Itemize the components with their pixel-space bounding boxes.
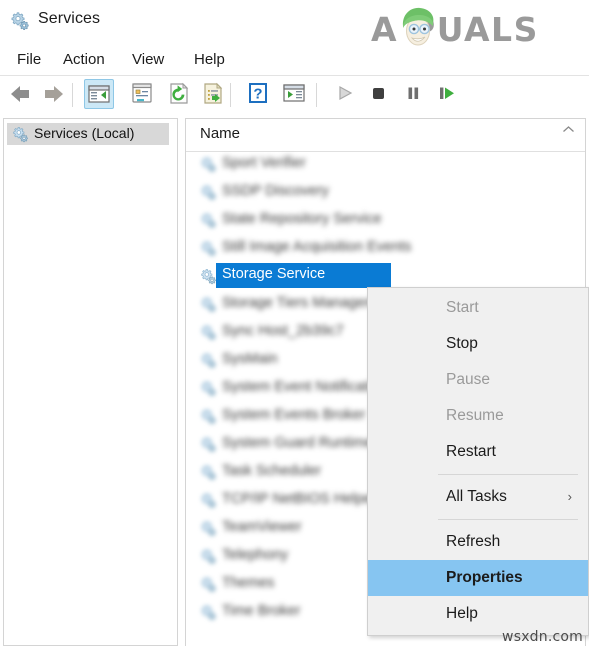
export-list-icon[interactable] — [200, 79, 230, 109]
sidebar-item-label: Services (Local) — [34, 125, 135, 141]
window-title: Services — [38, 10, 101, 27]
context-menu-item-restart[interactable]: Restart — [368, 434, 588, 470]
list-item-label: TeamViewer — [222, 519, 302, 535]
list-item[interactable]: State Repository Service — [186, 207, 585, 235]
context-menu-item-properties[interactable]: Properties — [368, 560, 588, 596]
toolbar: ? — [0, 75, 589, 116]
service-gear-icon — [200, 156, 217, 173]
list-item-label: Telephony — [222, 547, 289, 563]
services-gears-icon — [10, 11, 30, 31]
list-item-label: State Repository Service — [222, 211, 382, 227]
service-gear-icon — [200, 548, 217, 565]
restart-service-icon[interactable] — [432, 79, 462, 109]
forward-arrow-icon[interactable] — [38, 79, 68, 109]
context-menu[interactable]: Start Stop Pause Resume Restart All Tasks › Ref… — [367, 287, 589, 636]
chevron-right-icon: › — [567, 489, 572, 504]
service-gear-icon — [200, 184, 217, 201]
list-item-label: Storage Service — [222, 266, 326, 282]
list-item-label: System Guard Runtime — [222, 435, 373, 451]
service-gear-icon — [200, 324, 217, 341]
context-menu-item-help[interactable]: Help — [368, 596, 588, 632]
service-gear-icon — [200, 576, 217, 593]
toolbar-separator — [230, 83, 231, 107]
service-gear-icon — [200, 464, 217, 481]
list-item[interactable]: Still Image Acquisition Events — [186, 235, 585, 263]
service-gear-icon — [200, 380, 217, 397]
list-item[interactable]: Sport Verifier — [186, 151, 585, 179]
service-gear-icon — [200, 268, 217, 285]
column-header-name[interactable]: Name — [200, 125, 240, 142]
menu-file[interactable]: File — [12, 49, 46, 70]
toolbar-separator — [72, 83, 73, 107]
sort-ascending-icon — [562, 125, 575, 137]
show-action-pane-icon[interactable] — [280, 79, 310, 109]
svg-text:?: ? — [253, 86, 262, 103]
service-gear-icon — [200, 296, 217, 313]
context-menu-item-start: Start — [446, 299, 479, 316]
service-gear-icon — [200, 492, 217, 509]
context-menu-item-all-tasks[interactable]: All Tasks › — [368, 479, 588, 515]
list-item-label: Time Broker — [222, 603, 301, 619]
menu-view[interactable]: View — [127, 49, 169, 70]
toolbar-separator — [316, 83, 317, 107]
service-gear-icon — [200, 520, 217, 537]
menu-bar: File Action View Help — [0, 46, 589, 74]
context-menu-item-stop[interactable]: Stop — [368, 326, 588, 362]
menu-action[interactable]: Action — [58, 49, 110, 70]
start-service-icon[interactable] — [330, 79, 360, 109]
list-item-label: Themes — [222, 575, 275, 591]
service-gear-icon — [200, 352, 217, 369]
service-gear-icon — [200, 436, 217, 453]
watermark: wsxdn.com — [502, 629, 583, 645]
list-item[interactable]: SSDP Discovery — [186, 179, 585, 207]
console-tree-pane: Services (Local) — [3, 118, 178, 646]
list-item-label: TCP/IP NetBIOS Helper — [222, 491, 377, 507]
sidebar-item-services-local[interactable]: Services (Local) — [7, 123, 169, 145]
list-item-label: SysMain — [222, 351, 278, 367]
properties-window-icon[interactable] — [128, 79, 158, 109]
service-gear-icon — [200, 408, 217, 425]
service-gear-icon — [200, 604, 217, 621]
context-menu-item-pause: Pause — [446, 371, 490, 388]
context-menu-separator — [438, 519, 578, 520]
list-item-label: Sync Host_2b39c7 — [222, 323, 344, 339]
services-gears-icon — [12, 126, 29, 143]
pause-service-icon[interactable] — [399, 79, 429, 109]
list-item-label: System Events Broker — [222, 407, 366, 423]
service-gear-icon — [200, 212, 217, 229]
title-bar: Services A PUALS — [0, 0, 589, 55]
list-item-label: System Event Notification — [222, 379, 388, 395]
service-gear-icon — [200, 240, 217, 257]
list-item-label: Task Scheduler — [222, 463, 322, 479]
list-item-label: SSDP Discovery — [222, 183, 329, 199]
stop-service-icon[interactable] — [364, 79, 394, 109]
context-menu-item-resume: Resume — [446, 407, 504, 424]
show-hide-console-tree-icon[interactable] — [84, 79, 114, 109]
context-menu-separator — [438, 474, 578, 475]
context-menu-item-refresh[interactable]: Refresh — [368, 524, 588, 560]
list-item-label: Sport Verifier — [222, 155, 306, 171]
menu-help[interactable]: Help — [189, 49, 230, 70]
help-icon[interactable]: ? — [244, 79, 274, 109]
refresh-icon[interactable] — [164, 79, 194, 109]
list-column-header: Name — [186, 119, 585, 152]
list-item-label: Still Image Acquisition Events — [222, 239, 412, 255]
back-arrow-icon[interactable] — [6, 79, 36, 109]
